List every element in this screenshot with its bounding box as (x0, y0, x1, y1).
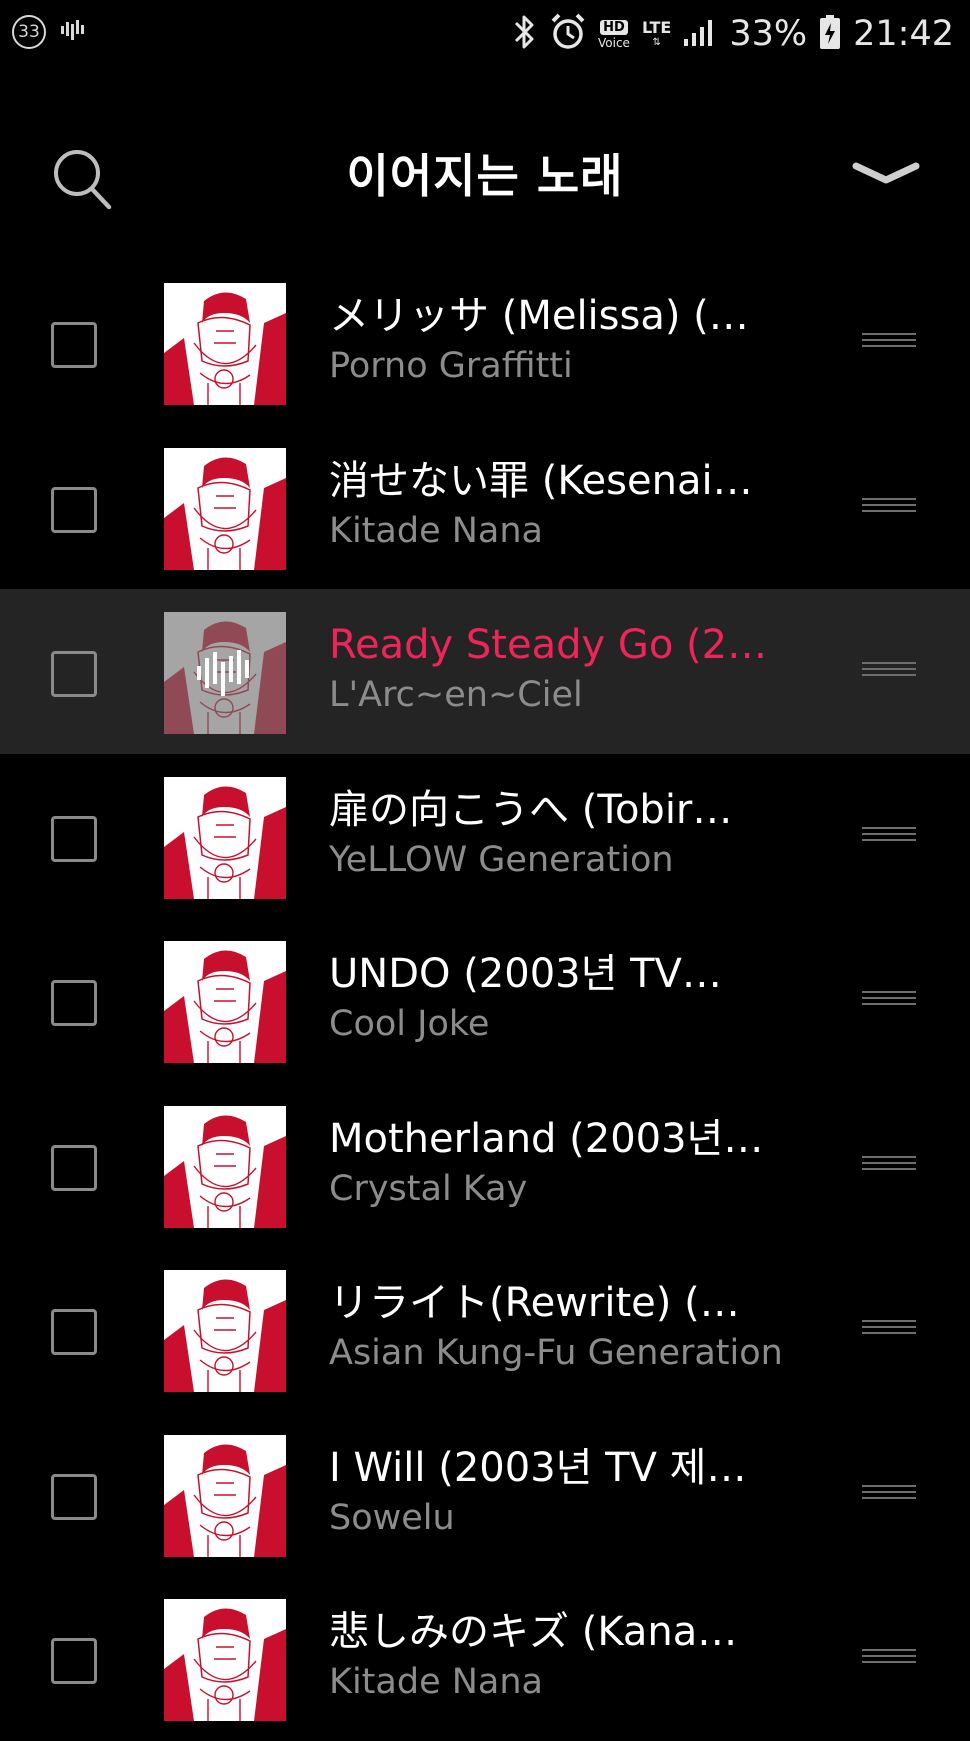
drag-handle[interactable] (862, 333, 916, 355)
album-art (164, 1270, 286, 1392)
album-art (164, 283, 286, 405)
notification-count-badge: 33 (12, 15, 46, 49)
now-playing-overlay (164, 612, 286, 734)
track-row[interactable]: I Will (2003년 TV 제… Sowelu (0, 1412, 970, 1577)
track-artist: Sowelu (329, 1497, 455, 1538)
track-text: 消せない罪 (Kesenai… Kitade Nana (329, 455, 779, 555)
status-bar: 33 HD Voice LTE ⇅ 33% 21:42 (0, 0, 970, 70)
track-artist: Asian Kung-Fu Generation (329, 1333, 783, 1373)
track-row[interactable]: 悲しみのキズ (Kana… Kitade Nana (0, 1576, 970, 1741)
track-artist: L'Arc~en~Ciel (329, 675, 583, 715)
queue-header: 이어지는 노래 (0, 110, 970, 240)
track-artist: Kitade Nana (329, 510, 543, 551)
track-artist: Kitade Nana (329, 1662, 543, 1702)
track-title: 扉の向こうへ (Tobir… (329, 786, 733, 833)
alarm-icon (550, 12, 586, 56)
track-checkbox[interactable] (51, 1638, 97, 1684)
chevron-down-icon (846, 162, 926, 198)
track-artist: YeLLOW Generation (329, 839, 674, 880)
drag-handle[interactable] (862, 826, 916, 849)
track-checkbox[interactable] (51, 1473, 97, 1520)
voice-label: Voice (598, 35, 630, 50)
drag-handle[interactable] (862, 1155, 916, 1178)
track-title: Ready Steady Go (2… (329, 622, 768, 668)
album-art (164, 447, 286, 570)
track-text: Ready Steady Go (2… L'Arc~en~Ciel (329, 619, 779, 719)
status-left: 33 (12, 15, 88, 49)
equalizer-icon (195, 648, 255, 698)
track-title: 消せない罪 (Kesenai… (329, 457, 753, 504)
track-checkbox[interactable] (51, 1309, 97, 1355)
bluetooth-icon (512, 12, 538, 56)
track-text: 扉の向こうへ (Tobir… YeLLOW Generation (329, 784, 779, 884)
track-checkbox[interactable] (51, 1144, 97, 1191)
track-title: メリッサ (Melissa) (… (329, 293, 749, 339)
track-row[interactable]: リライト(Rewrite) (… Asian Kung-Fu Generatio… (0, 1247, 970, 1412)
track-row[interactable]: メリッサ (Melissa) (… Porno Graffitti (0, 260, 970, 425)
track-title: 悲しみのキズ (Kana… (329, 1609, 738, 1655)
track-text: メリッサ (Melissa) (… Porno Graffitti (329, 290, 779, 390)
drag-handle[interactable] (862, 1320, 916, 1342)
drag-handle[interactable] (862, 662, 916, 684)
album-art (164, 941, 286, 1063)
track-text: 悲しみのキズ (Kana… Kitade Nana (329, 1606, 779, 1706)
page-title: 이어지는 노래 (346, 149, 624, 203)
clock: 21:42 (853, 14, 954, 54)
album-art (164, 1599, 286, 1721)
audio-visualizer-icon (60, 18, 88, 46)
track-title: Motherland (2003년… (329, 1115, 764, 1162)
track-title: I Will (2003년 TV 제… (329, 1444, 747, 1491)
track-checkbox[interactable] (51, 322, 97, 368)
track-checkbox[interactable] (51, 980, 97, 1026)
album-art (164, 1105, 286, 1228)
battery-charging-icon (819, 14, 841, 54)
drag-handle[interactable] (862, 991, 916, 1013)
data-arrows-icon: ⇅ (652, 37, 661, 48)
battery-percent: 33% (729, 14, 808, 54)
hd-voice-indicator: HD Voice (598, 19, 630, 50)
album-art (164, 612, 286, 734)
track-checkbox[interactable] (51, 815, 97, 862)
track-artist: Crystal Kay (329, 1168, 528, 1209)
track-row[interactable]: UNDO (2003년 TV… Cool Joke (0, 918, 970, 1083)
track-artist: Porno Graffitti (329, 346, 573, 386)
track-row[interactable]: Motherland (2003년… Crystal Kay (0, 1083, 970, 1248)
track-row-now-playing[interactable]: Ready Steady Go (2… L'Arc~en~Ciel (0, 589, 970, 754)
lte-indicator: LTE ⇅ (642, 20, 671, 48)
status-right: HD Voice LTE ⇅ 33% 21:42 (512, 10, 954, 58)
track-text: リライト(Rewrite) (… Asian Kung-Fu Generatio… (329, 1277, 783, 1377)
queue-list: メリッサ (Melissa) (… Porno Graffitti 消せない罪 … (0, 260, 970, 1741)
track-text: Motherland (2003년… Crystal Kay (329, 1113, 779, 1213)
collapse-button[interactable] (846, 154, 926, 194)
drag-handle[interactable] (862, 1484, 916, 1507)
signal-icon (683, 17, 717, 51)
track-text: I Will (2003년 TV 제… Sowelu (329, 1442, 779, 1542)
track-row[interactable]: 消せない罪 (Kesenai… Kitade Nana (0, 425, 970, 590)
album-art (164, 776, 286, 899)
album-art (164, 1434, 286, 1557)
drag-handle[interactable] (862, 1649, 916, 1671)
drag-handle[interactable] (862, 497, 916, 520)
hd-label: HD (600, 19, 628, 35)
track-checkbox[interactable] (51, 651, 97, 697)
track-text: UNDO (2003년 TV… Cool Joke (329, 948, 779, 1048)
track-artist: Cool Joke (329, 1004, 490, 1044)
track-title: UNDO (2003년 TV… (329, 951, 722, 997)
network-type-label: LTE (641, 18, 672, 37)
track-checkbox[interactable] (51, 486, 97, 533)
track-row[interactable]: 扉の向こうへ (Tobir… YeLLOW Generation (0, 754, 970, 919)
track-title: リライト(Rewrite) (… (329, 1280, 740, 1326)
